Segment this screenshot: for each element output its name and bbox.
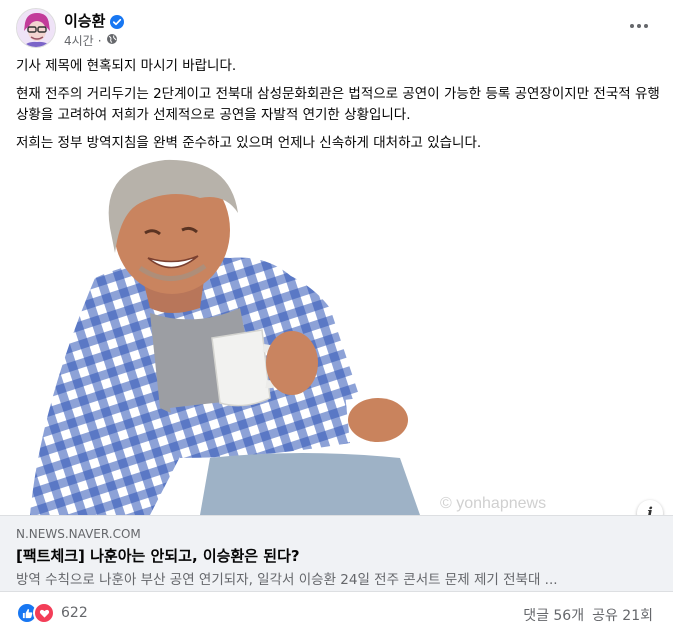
separator-dot: · [97,33,102,48]
reaction-summary[interactable]: 622 [16,602,88,624]
link-domain: N.NEWS.NAVER.COM [16,527,141,541]
author-name[interactable]: 이승환 [64,10,105,31]
author-row: 이승환 [64,10,125,31]
globe-icon [106,33,118,48]
engagement-stats: 댓글 56개 공유 21회 [523,605,653,625]
verified-badge-icon [110,14,125,29]
svg-text:© yonhapnews: © yonhapnews [440,495,546,512]
share-count[interactable]: 공유 21회 [592,605,653,625]
link-headline[interactable]: [팩트체크] 나훈아는 안되고, 이승환은 된다? [16,545,300,566]
post-header: 이승환 4시간 · [16,8,657,52]
post-paragraph: 기사 제목에 현혹되지 마시기 바랍니다. [16,58,237,74]
reaction-count: 622 [61,605,88,621]
more-options-icon[interactable] [623,14,655,38]
link-preview-image[interactable]: © yonhapnews i [0,158,673,515]
post-timestamp[interactable]: 4시간 [64,32,94,49]
link-preview[interactable]: N.NEWS.NAVER.COM [팩트체크] 나훈아는 안되고, 이승환은 된… [0,515,673,592]
post-paragraph: 현재 전주의 거리두기는 2단계이고 전북대 삼성문화회관은 법적으로 공연이 … [16,86,660,123]
link-description: 방역 수칙으로 나훈아 부산 공연 연기되자, 일각서 이승환 24일 전주 콘… [16,572,558,588]
post-footer: 622 댓글 56개 공유 21회 [16,602,657,626]
post-text: 기사 제목에 현혹되지 마시기 바랍니다. 현재 전주의 거리두기는 2단계이고… [16,56,661,161]
comment-count[interactable]: 댓글 56개 [523,605,584,625]
avatar[interactable] [16,8,56,48]
love-reaction-icon [33,602,55,624]
post-paragraph: 저희는 정부 방역지침을 완벽 준수하고 있으며 언제나 신속하게 대처하고 있… [16,135,482,151]
post-meta: 4시간 · [64,32,118,49]
